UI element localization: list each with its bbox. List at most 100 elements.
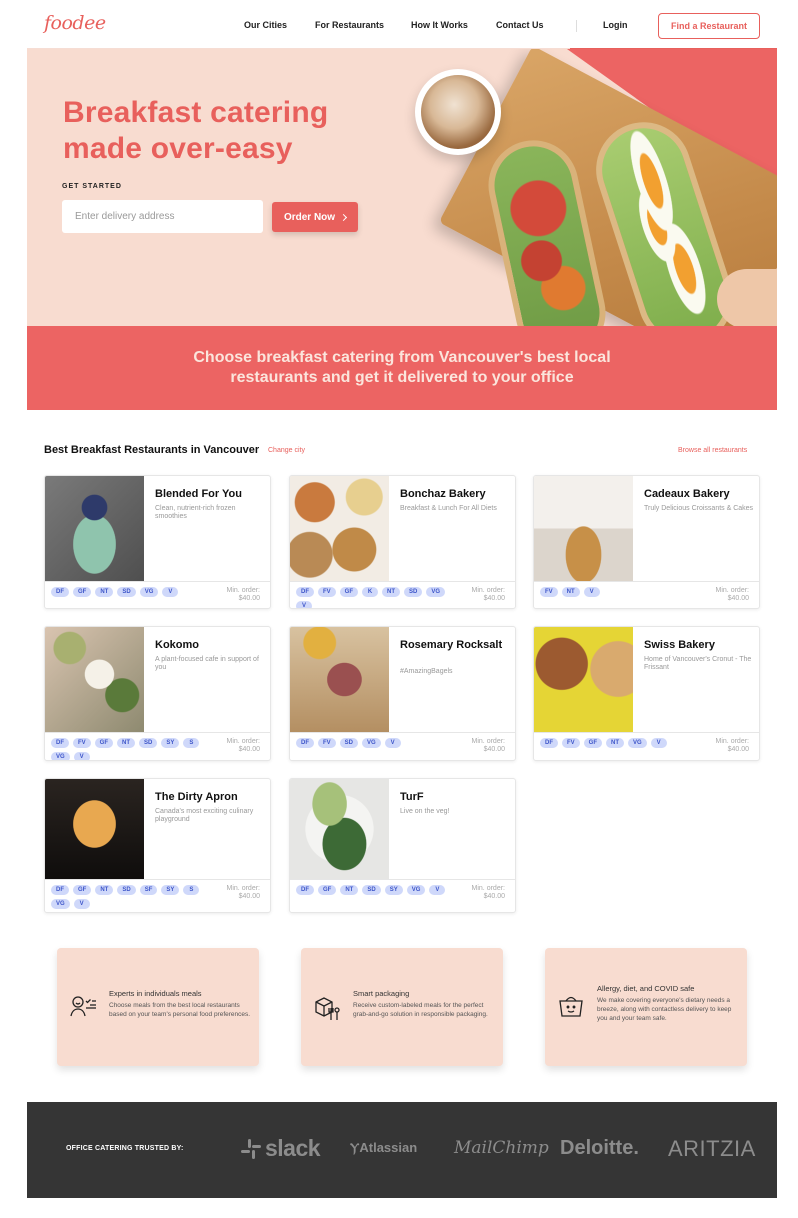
restaurant-photo [534, 627, 633, 732]
min-order-label: Min. order: [471, 885, 505, 892]
feature-title: Experts in individuals meals [109, 989, 202, 998]
chevron-right-icon [340, 213, 348, 221]
dietary-tag: DF [51, 587, 69, 597]
dietary-tag: S [183, 738, 200, 748]
slack-logo: slack [265, 1135, 321, 1161]
card-footer: DF GF NT SD SY VG V Min. order: $40.00 [290, 879, 515, 912]
dietary-tag: SD [339, 738, 359, 748]
order-now-button[interactable]: Order Now [272, 202, 358, 232]
dietary-tag: V [296, 601, 312, 608]
mailchimp-logo: MailChimp [454, 1138, 549, 1158]
atlassian-mark-icon: Ⲩ [350, 1140, 360, 1155]
dietary-tag: VG [406, 885, 426, 895]
restaurant-card[interactable]: Blended For You Clean, nutrient-rich froz… [44, 475, 271, 609]
card-footer: DF FV GF NT SD SY S VG V Min. order: $40.00 [45, 732, 270, 760]
section-title: Best Breakfast Restaurants in Vancouver [44, 444, 260, 456]
top-nav: foodee Our Cities For Restaurants How It… [0, 0, 798, 50]
restaurant-name: TurF [400, 791, 424, 803]
login-link[interactable]: Login [603, 20, 628, 30]
dietary-tag: VG [628, 738, 647, 748]
nav-our-cities[interactable]: Our Cities [244, 20, 287, 30]
dietary-tag: SD [117, 885, 136, 895]
dietary-tag: NT [95, 587, 114, 597]
dietary-tag: SY [161, 885, 180, 895]
min-order: Min. order: $40.00 [227, 587, 260, 603]
coffee-cup-image [415, 69, 501, 155]
hero-title-line2: made over-easy [63, 132, 293, 165]
min-order-label: Min. order: [226, 738, 260, 745]
dietary-tag: DF [296, 587, 314, 597]
restaurant-card[interactable]: TurF Live on the veg! DF GF NT SD SY VG V Min. or… [289, 778, 516, 913]
delivery-address-input[interactable] [62, 200, 263, 233]
dietary-tag: GF [318, 885, 337, 895]
change-city-link[interactable]: Change city [268, 447, 305, 454]
min-order: Min. order: $40.00 [472, 587, 505, 603]
dietary-tag: S [183, 885, 200, 895]
atlassian-logo-text: Atlassian [359, 1140, 418, 1155]
nav-for-restaurants[interactable]: For Restaurants [315, 20, 384, 30]
dietary-tag: SF [139, 885, 158, 895]
foodee-logo[interactable]: foodee [44, 12, 106, 34]
restaurant-name: The Dirty Apron [155, 791, 238, 803]
restaurant-photo [45, 476, 144, 581]
dietary-tag: DF [296, 738, 314, 748]
hero-section: Breakfast catering made over-easy GET ST… [27, 49, 777, 326]
min-order-label: Min. order: [471, 738, 505, 745]
dietary-tag: GF [583, 738, 603, 748]
dietary-tag: V [384, 738, 401, 748]
feature-body: Receive custom-labeled meals for the per… [353, 1002, 488, 1018]
dietary-tag: FV [318, 738, 336, 748]
find-restaurant-button[interactable]: Find a Restaurant [658, 13, 760, 39]
restaurant-card[interactable]: Kokomo A plant-focused cafe in support of… [44, 626, 271, 761]
dietary-tag: VG [51, 752, 70, 760]
min-order-value: $40.00 [483, 893, 505, 900]
restaurant-card[interactable]: Rosemary Rocksalt #AmazingBagels DF FV SD VG V… [289, 626, 516, 761]
restaurant-name: Swiss Bakery [644, 639, 715, 651]
min-order-label: Min. order: [471, 587, 505, 594]
dietary-tag: NT [95, 885, 114, 895]
dietary-tag: SD [117, 587, 136, 597]
feature-body: We make covering everyone's dietary need… [597, 997, 732, 1022]
nav-how-it-works[interactable]: How It Works [411, 20, 468, 30]
restaurant-photo [534, 476, 633, 581]
dietary-tag: NT [117, 738, 136, 748]
smiling-basket-icon [559, 996, 583, 1017]
order-now-label: Order Now [283, 211, 336, 223]
nav-contact-us[interactable]: Contact Us [496, 20, 544, 30]
restaurant-description: Canada's most exciting culinary playgrou… [155, 808, 254, 823]
dietary-tags: FV NT V [540, 587, 700, 597]
dietary-tag: FV [540, 587, 558, 597]
value-banner: Choose breakfast catering from Vancouver… [27, 326, 777, 410]
min-order-label: Min. order: [715, 587, 749, 594]
restaurant-name: Rosemary Rocksalt [400, 639, 503, 651]
card-footer: FV NT V Min. order: $40.00 [534, 581, 759, 608]
restaurant-card[interactable]: The Dirty Apron Canada's most exciting cu… [44, 778, 271, 913]
restaurant-card[interactable]: Swiss Bakery Home of Vancouver's Cronut -… [533, 626, 760, 761]
dietary-tag: NT [561, 587, 580, 597]
restaurant-photo [290, 627, 389, 732]
trusted-by-label: OFFICE CATERING TRUSTED BY: [66, 1145, 184, 1152]
dietary-tag: DF [540, 738, 558, 748]
min-order-value: $40.00 [238, 746, 260, 753]
min-order-label: Min. order: [226, 885, 260, 892]
restaurant-card[interactable]: Cadeaux Bakery Truly Delicious Croissants… [533, 475, 760, 609]
dietary-tag: FV [562, 738, 580, 748]
min-order-value: $40.00 [727, 746, 749, 753]
restaurant-photo [45, 627, 144, 732]
dietary-tags: DF FV GF NT SD SY S VG V [51, 738, 211, 760]
dietary-tag: SD [139, 738, 158, 748]
restaurant-description: Truly Delicious Croissants & Cakes [644, 505, 754, 512]
dietary-tag: SD [362, 885, 381, 895]
deloitte-logo: Deloitte. [560, 1137, 639, 1159]
hand-image [717, 269, 777, 326]
feature-card: Allergy, diet, and COVID safe We make co… [545, 948, 747, 1066]
dietary-tag: V [583, 587, 600, 597]
restaurant-card[interactable]: Bonchaz Bakery Breakfast & Lunch For All … [289, 475, 516, 609]
dietary-tag: VG [51, 899, 70, 909]
restaurant-name: Cadeaux Bakery [644, 488, 730, 500]
dietary-tag: GF [73, 587, 92, 597]
min-order-value: $40.00 [483, 595, 505, 602]
browse-all-link[interactable]: Browse all restaurants [678, 447, 747, 454]
dietary-tag: GF [73, 885, 92, 895]
min-order-label: Min. order: [715, 738, 749, 745]
